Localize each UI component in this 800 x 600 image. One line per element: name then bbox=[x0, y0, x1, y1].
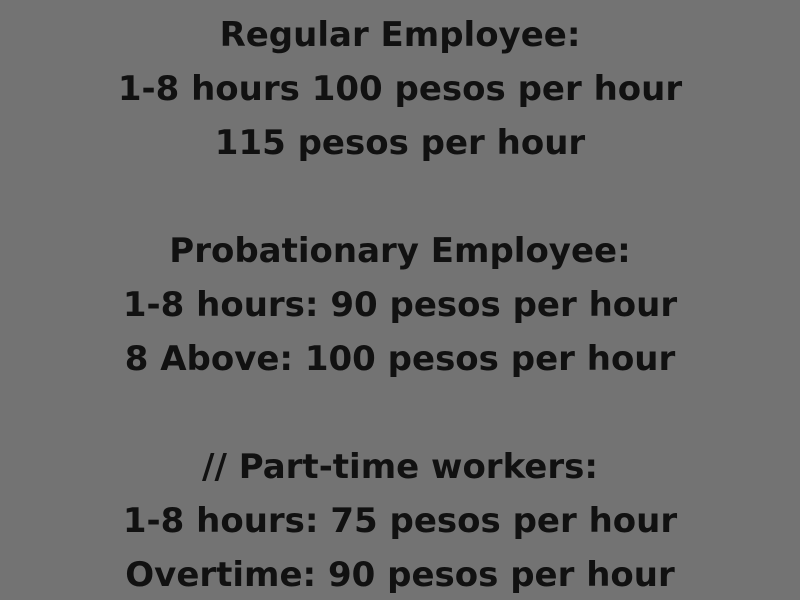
rate-line: 1-8 hours: 75 pesos per hour bbox=[122, 501, 678, 541]
section-heading: Regular Employee: bbox=[219, 15, 581, 55]
regular-employee-section: Regular Employee: 1-8 hours 100 pesos pe… bbox=[0, 8, 800, 170]
rate-line: 8 Above: 100 pesos per hour bbox=[124, 339, 676, 379]
rate-line: 1-8 hours 100 pesos per hour bbox=[117, 69, 683, 109]
section-heading: // Part-time workers: bbox=[202, 447, 598, 487]
section-heading: Probationary Employee: bbox=[169, 231, 631, 271]
part-time-workers-section: // Part-time workers: 1-8 hours: 75 peso… bbox=[0, 440, 800, 600]
rate-line: 115 pesos per hour bbox=[214, 123, 586, 163]
rate-line: Overtime: 90 pesos per hour bbox=[125, 555, 675, 595]
probationary-employee-section: Probationary Employee: 1-8 hours: 90 pes… bbox=[0, 224, 800, 386]
rate-sheet: Regular Employee: 1-8 hours 100 pesos pe… bbox=[0, 0, 800, 600]
rate-line: 1-8 hours: 90 pesos per hour bbox=[122, 285, 678, 325]
